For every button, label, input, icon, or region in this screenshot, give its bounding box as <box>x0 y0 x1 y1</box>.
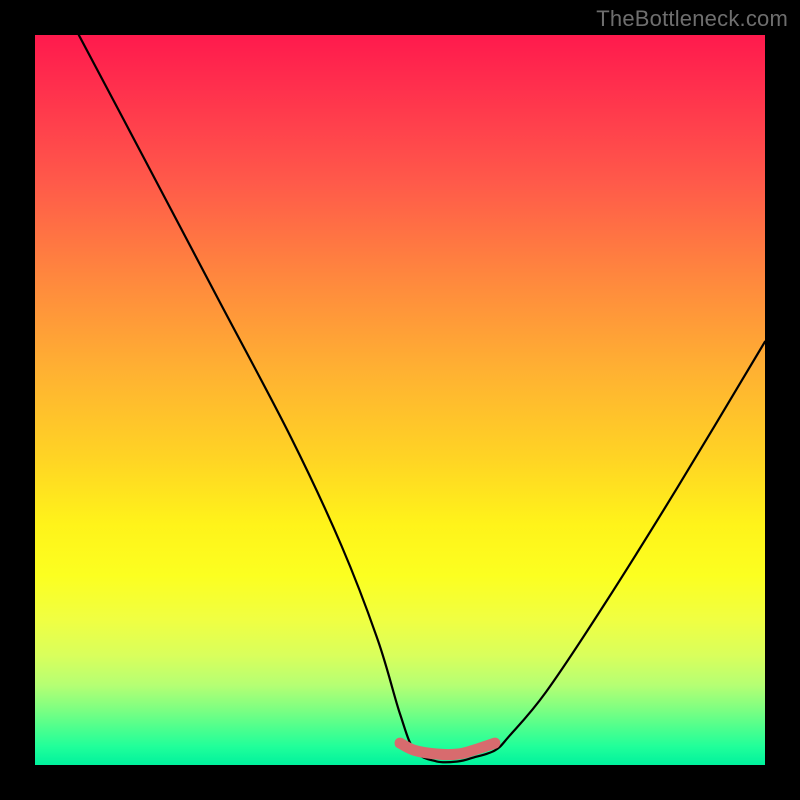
chart-frame: TheBottleneck.com <box>0 0 800 800</box>
curve-svg <box>35 35 765 765</box>
bottleneck-curve <box>79 35 765 762</box>
watermark-text: TheBottleneck.com <box>596 6 788 32</box>
optimal-band <box>400 743 495 754</box>
plot-area <box>35 35 765 765</box>
